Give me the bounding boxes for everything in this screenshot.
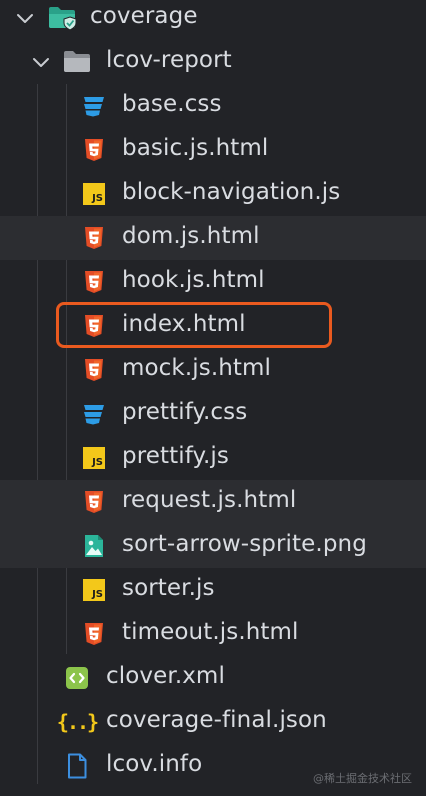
tree-item-label: prettify.js — [122, 443, 229, 469]
css-icon — [80, 401, 108, 427]
css-icon — [80, 93, 108, 119]
tree-item-label: mock.js.html — [122, 355, 272, 381]
tree-row-file[interactable]: basic.js.html — [0, 128, 426, 172]
tree-item-label: base.css — [122, 91, 222, 117]
watermark: @稀土掘金技术社区 — [313, 772, 412, 785]
tree-item-label: request.js.html — [122, 487, 297, 513]
highlight-annotation — [56, 302, 332, 348]
js-icon: JS — [80, 445, 108, 471]
tree-row-file[interactable]: {..} coverage-final.json — [0, 700, 426, 744]
tree-item-label: dom.js.html — [122, 223, 260, 249]
tree-row-file[interactable]: mock.js.html — [0, 348, 426, 392]
tree-row-file[interactable]: JS prettify.js — [0, 436, 426, 480]
xml-icon — [63, 665, 91, 691]
tree-row-coverage-folder[interactable]: coverage — [0, 0, 426, 40]
tree-item-label: hook.js.html — [122, 267, 265, 293]
html-icon — [80, 489, 108, 515]
js-icon: JS — [80, 577, 108, 603]
tree-item-label: sorter.js — [122, 575, 215, 601]
chevron-down-icon[interactable] — [14, 7, 36, 29]
tree-row-file[interactable]: base.css — [0, 84, 426, 128]
image-icon — [80, 533, 108, 559]
tree-row-file[interactable]: JS sorter.js — [0, 568, 426, 612]
tree-row-file[interactable]: prettify.css — [0, 392, 426, 436]
tree-row-file[interactable]: dom.js.html — [0, 216, 426, 260]
html-icon — [80, 225, 108, 251]
html-icon — [80, 621, 108, 647]
tree-row-file[interactable]: timeout.js.html — [0, 612, 426, 656]
tree-row-file[interactable]: sort-arrow-sprite.png — [0, 524, 426, 568]
folder-icon — [62, 50, 94, 74]
file-icon — [63, 753, 91, 779]
html-icon — [80, 357, 108, 383]
tree-item-label: prettify.css — [122, 399, 248, 425]
tree-row-file[interactable]: request.js.html — [0, 480, 426, 524]
tree-row-file[interactable]: JS block-navigation.js — [0, 172, 426, 216]
tree-item-label: basic.js.html — [122, 135, 269, 161]
chevron-down-icon[interactable] — [30, 51, 52, 73]
tree-item-label: timeout.js.html — [122, 619, 299, 645]
tree-item-label: lcov-report — [106, 47, 232, 73]
folder-coverage-icon — [47, 5, 79, 31]
tree-item-label: block-navigation.js — [122, 179, 341, 205]
tree-item-label: clover.xml — [106, 663, 225, 689]
js-icon: JS — [80, 181, 108, 207]
tree-item-label: sort-arrow-sprite.png — [122, 531, 367, 557]
tree-row-file[interactable]: clover.xml — [0, 656, 426, 700]
json-icon: {..} — [56, 710, 99, 734]
html-icon — [80, 137, 108, 163]
tree-row-lcov-report-folder[interactable]: lcov-report — [0, 40, 426, 84]
tree-item-label: lcov.info — [106, 751, 203, 777]
html-icon — [80, 269, 108, 295]
tree-row-file[interactable]: hook.js.html — [0, 260, 426, 304]
tree-item-label: coverage-final.json — [106, 707, 327, 733]
tree-item-label: coverage — [90, 3, 198, 29]
